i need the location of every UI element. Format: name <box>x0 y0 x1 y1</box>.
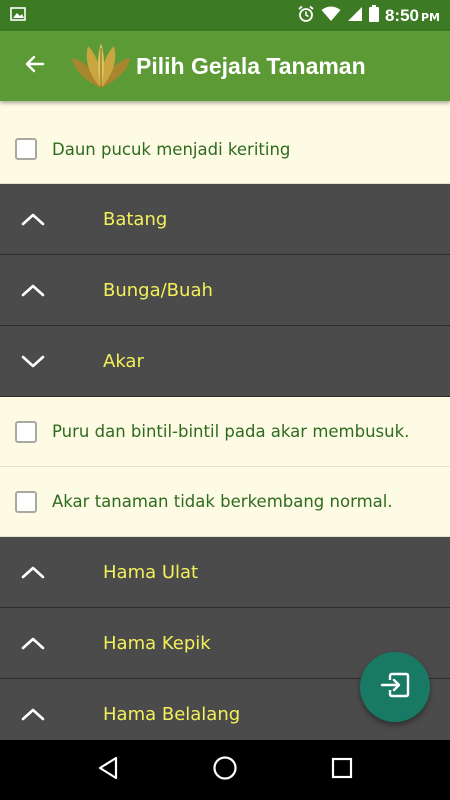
chevron-up-icon <box>0 706 65 722</box>
chevron-up-icon <box>0 635 65 651</box>
signal-icon <box>347 6 363 26</box>
chevron-up-icon <box>0 282 65 298</box>
list-item-label: Daun pucuk menjadi keriting <box>52 139 291 159</box>
section-header-hama-ulat[interactable]: Hama Ulat <box>0 537 450 608</box>
home-circle-icon[interactable] <box>212 755 238 785</box>
section-label: Hama Kepik <box>103 632 211 654</box>
section-label: Hama Ulat <box>103 561 199 583</box>
app-bar: Pilih Gejala Tanaman <box>0 31 450 101</box>
battery-icon <box>368 5 379 26</box>
checkbox[interactable] <box>15 420 37 443</box>
checkbox[interactable] <box>15 490 37 513</box>
list-item-daun-pucuk[interactable]: Daun pucuk menjadi keriting <box>0 101 450 184</box>
list-item-label: Puru dan bintil-bintil pada akar membusu… <box>52 422 410 441</box>
section-label: Hama Belalang <box>103 703 241 725</box>
section-label: Bunga/Buah <box>103 279 213 301</box>
section-header-batang[interactable]: Batang <box>0 184 450 255</box>
recents-square-icon[interactable] <box>331 757 353 783</box>
list-item-akar-tidak-berkembang[interactable]: Akar tanaman tidak berkembang normal. <box>0 467 450 537</box>
submit-fab-button[interactable] <box>360 652 430 722</box>
clock-time: 8:50 <box>384 5 419 25</box>
image-icon <box>10 6 26 25</box>
wifi-icon <box>321 6 341 26</box>
checkbox[interactable] <box>15 138 37 160</box>
section-header-akar[interactable]: Akar <box>0 326 450 397</box>
status-bar: 8:50 PM <box>0 0 450 31</box>
tobacco-leaf-logo <box>70 42 132 90</box>
section-label: Akar <box>103 350 144 372</box>
back-button[interactable] <box>0 31 70 101</box>
page-title: Pilih Gejala Tanaman <box>136 52 366 79</box>
section-label: Batang <box>103 208 168 230</box>
chevron-up-icon <box>0 564 65 580</box>
arrow-back-icon <box>23 52 47 80</box>
list-item-puru-bintil[interactable]: Puru dan bintil-bintil pada akar membusu… <box>0 397 450 467</box>
exit-to-app-icon <box>380 672 410 702</box>
chevron-down-icon <box>0 353 65 369</box>
list-item-label: Akar tanaman tidak berkembang normal. <box>52 492 393 511</box>
system-nav-bar <box>0 740 450 800</box>
section-header-bunga-buah[interactable]: Bunga/Buah <box>0 255 450 326</box>
back-triangle-icon[interactable] <box>97 756 119 784</box>
alarm-icon <box>297 5 315 27</box>
symptom-list[interactable]: Daun pucuk menjadi keriting Batang Bunga… <box>0 101 450 740</box>
clock-ampm: PM <box>420 10 440 24</box>
chevron-up-icon <box>0 211 65 227</box>
